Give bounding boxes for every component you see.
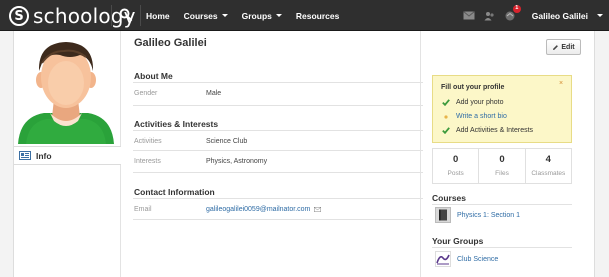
email-row: galileogalilei0059@mailnator.com [206,206,322,213]
checkmark-icon [441,127,451,134]
write-bio-link[interactable]: Write a short bio [456,113,507,120]
profile-stats: 0 Posts 0 Files 4 Classmates [432,148,572,184]
stat-posts[interactable]: 0 Posts [433,149,480,183]
stat-posts-label: Posts [447,170,464,177]
stat-classmates-label: Classmates [531,170,566,177]
divider [133,219,423,220]
group-link[interactable]: Club Science [457,256,498,263]
search-icon[interactable] [117,6,135,24]
email-label: Email [134,206,152,213]
todo-item-label: Add your photo [456,99,504,106]
contact-heading: Contact Information [134,187,215,197]
stat-files-value: 0 [499,154,505,165]
info-card-icon [19,151,31,160]
divider [133,172,423,173]
activities-value: Science Club [206,138,248,145]
todo-item-add-photo: Add your photo [441,98,503,107]
chevron-down-icon [275,14,282,17]
nav-groups[interactable]: Groups [242,11,282,21]
nav-resources[interactable]: Resources [296,11,339,21]
requests-icon[interactable] [484,11,495,21]
nav-home-label: Home [146,10,170,21]
bullet-icon [441,114,451,119]
nav-divider [111,5,112,26]
divider [133,130,423,131]
chevron-down-icon [221,14,228,17]
stat-files[interactable]: 0 Files [479,149,526,183]
divider [432,204,572,205]
mail-icon[interactable] [314,206,322,212]
avatar[interactable] [14,37,118,144]
checkmark-icon [441,99,451,106]
nav-home[interactable]: Home [146,11,170,21]
profile-completion-box: Fill out your profile × Add your photo W… [432,75,572,143]
groups-heading: Your Groups [432,236,484,246]
course-book-icon [435,207,451,223]
todo-item-label: Add Activities & Interests [456,127,534,134]
group-item[interactable]: Club Science [435,251,498,267]
divider [133,105,423,106]
main-nav: Home Courses Groups Resources [146,0,353,31]
tab-info[interactable]: Info [14,146,121,165]
nav-resources-label: Resources [295,10,340,21]
nav-groups-label: Groups [241,10,272,21]
todo-item-write-bio[interactable]: Write a short bio [441,112,507,121]
user-menu[interactable]: Galileo Galilei [532,11,588,21]
gender-label: Gender [134,90,158,97]
divider [133,150,423,151]
course-item[interactable]: Physics 1: Section 1 [435,207,520,223]
nav-courses-label: Courses [183,10,218,21]
notifications-icon[interactable]: 1 [504,5,521,21]
top-navigation-bar: S schoology Home Courses Groups Resource… [0,0,609,31]
divider [133,198,423,199]
email-link[interactable]: galileogalilei0059@mailnator.com [206,206,310,213]
page-title: Galileo Galilei [134,37,207,49]
stat-files-label: Files [495,170,509,177]
divider [133,82,423,83]
nav-right: 1 Galileo Galilei [454,0,603,31]
chevron-down-icon[interactable] [597,14,603,17]
profile-completion-title: Fill out your profile [441,84,505,91]
logo-mark: S [9,6,29,26]
activities-label: Activities [134,138,162,145]
courses-heading: Courses [432,193,467,203]
close-icon[interactable]: × [559,80,563,87]
interests-label: Interests [134,158,161,165]
todo-item-add-activities: Add Activities & Interests [441,126,533,135]
profile-sidebar: Info [14,31,121,277]
activities-heading: Activities & Interests [134,119,219,129]
divider [432,247,572,248]
profile-right-column: Fill out your profile × Add your photo W… [420,31,582,277]
gender-value: Male [206,90,222,97]
about-me-heading: About Me [134,71,173,81]
interests-value: Physics, Astronomy [206,158,268,165]
stat-posts-value: 0 [453,154,459,165]
stat-classmates[interactable]: 4 Classmates [526,149,571,183]
tab-info-label: Info [36,150,52,161]
course-link[interactable]: Physics 1: Section 1 [457,212,520,219]
messages-icon[interactable] [462,11,475,20]
stat-classmates-value: 4 [545,154,551,165]
nav-divider [140,5,141,26]
notification-badge: 1 [512,5,521,13]
group-logo-icon [435,251,451,267]
nav-courses[interactable]: Courses [184,11,228,21]
